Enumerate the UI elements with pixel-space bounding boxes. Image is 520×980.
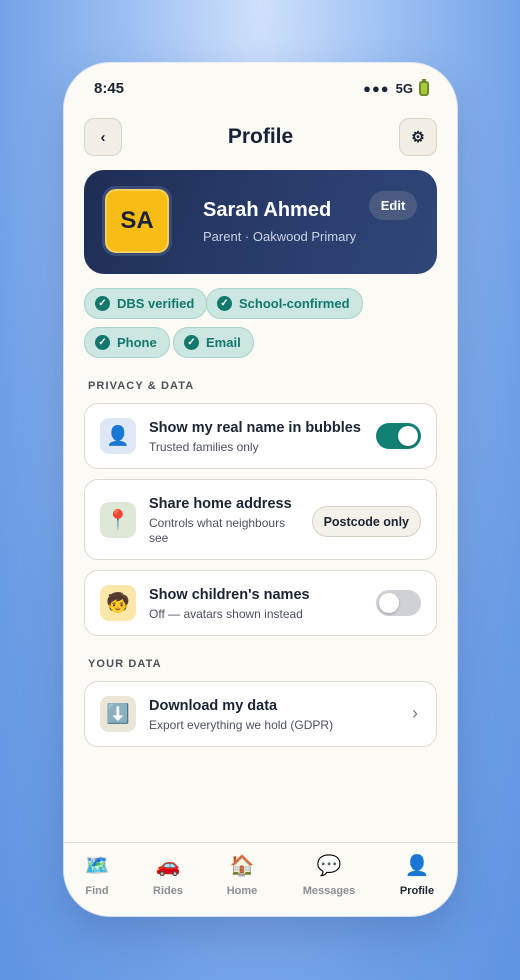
badge-label: School-confirmed <box>239 296 350 311</box>
toggle-knob <box>379 593 399 613</box>
setting-subtitle: Export everything we hold (GDPR) <box>149 718 334 732</box>
child-icon: 🧒 <box>100 585 136 621</box>
profile-card: SA Sarah Ahmed Parent · Oakwood Primary … <box>84 170 437 274</box>
chevron-left-icon: ‹ <box>100 128 106 146</box>
nav-label: Profile <box>399 885 435 897</box>
badge-label: Email <box>206 335 241 350</box>
speech-bubble-icon: 💬 <box>316 855 342 877</box>
check-icon: ✓ <box>95 296 110 311</box>
nav-item-profile[interactable]: 👤 Profile <box>382 853 452 897</box>
nav-item-home[interactable]: 🏠 Home <box>207 853 277 897</box>
house-icon: 🏠 <box>229 855 255 877</box>
setting-title: Download my data <box>149 698 278 714</box>
back-button[interactable]: ‹ <box>84 118 122 156</box>
real-name-toggle[interactable] <box>376 423 421 449</box>
chevron-right-icon: › <box>412 703 418 723</box>
check-icon: ✓ <box>217 296 232 311</box>
nav-item-messages[interactable]: 💬 Messages <box>294 853 364 897</box>
toggle-knob <box>398 426 418 446</box>
badge-dbs-verified: ✓ DBS verified <box>84 288 208 319</box>
person-icon: 👤 <box>100 418 136 454</box>
badge-label: DBS verified <box>117 296 195 311</box>
status-indicators: ●●● 5G <box>363 79 429 96</box>
status-time: 8:45 <box>94 80 125 97</box>
nav-label: Rides <box>153 885 183 897</box>
signal-icon: ●●● <box>363 81 390 96</box>
setting-real-name: 👤 Show my real name in bubbles Trusted f… <box>84 403 437 469</box>
profile-name: Sarah Ahmed <box>203 199 332 221</box>
section-your-data-label: YOUR DATA <box>88 658 162 670</box>
phone-screen: 8:45 ●●● 5G ‹ Profile ⚙ SA Sarah Ahmed P… <box>64 63 457 916</box>
header: ‹ Profile ⚙ <box>84 118 437 156</box>
badge-email: ✓ Email <box>173 327 254 358</box>
setting-children-names: 🧒 Show children's names Off — avatars sh… <box>84 570 437 636</box>
nav-label: Home <box>226 885 258 897</box>
check-icon: ✓ <box>184 335 199 350</box>
nav-item-rides[interactable]: 🚗 Rides <box>133 853 203 897</box>
address-visibility-select[interactable]: Postcode only <box>311 506 421 537</box>
location-pin-icon: 📍 <box>100 502 136 538</box>
setting-subtitle: Off — avatars shown instead <box>149 607 303 621</box>
setting-subtitle: Trusted families only <box>149 440 259 454</box>
download-data-row[interactable]: ⬇️ Download my data Export everything we… <box>84 681 437 747</box>
edit-profile-button[interactable]: Edit <box>369 191 417 220</box>
nav-label: Messages <box>302 885 356 897</box>
children-names-toggle[interactable] <box>376 590 421 616</box>
map-icon: 🗺️ <box>84 855 110 877</box>
setting-title: Share home address <box>149 496 292 512</box>
gear-icon: ⚙ <box>411 129 425 146</box>
badge-label: Phone <box>117 335 157 350</box>
avatar: SA <box>102 186 172 256</box>
check-icon: ✓ <box>95 335 110 350</box>
section-privacy-label: PRIVACY & DATA <box>88 380 195 392</box>
badge-school-confirmed: ✓ School-confirmed <box>206 288 363 319</box>
profile-role: Parent · Oakwood Primary <box>203 229 357 244</box>
status-bar: 8:45 ●●● 5G <box>64 63 457 115</box>
setting-title: Show children's names <box>149 587 310 603</box>
page-title: Profile <box>227 125 294 148</box>
settings-button[interactable]: ⚙ <box>399 118 437 156</box>
nav-item-find[interactable]: 🗺️ Find <box>64 853 132 897</box>
bottom-nav: 🗺️ Find 🚗 Rides 🏠 Home 💬 Messages 👤 Prof… <box>64 842 457 916</box>
badge-phone: ✓ Phone <box>84 327 170 358</box>
setting-title: Show my real name in bubbles <box>149 420 361 436</box>
person-icon: 👤 <box>404 855 430 877</box>
setting-subtitle: Controls what neighbours see <box>149 516 286 545</box>
network-type: 5G <box>395 81 413 96</box>
nav-label: Find <box>85 885 109 897</box>
car-icon: 🚗 <box>155 855 181 877</box>
download-icon: ⬇️ <box>100 696 136 732</box>
setting-home-address: 📍 Share home address Controls what neigh… <box>84 479 437 560</box>
battery-icon <box>419 79 429 96</box>
